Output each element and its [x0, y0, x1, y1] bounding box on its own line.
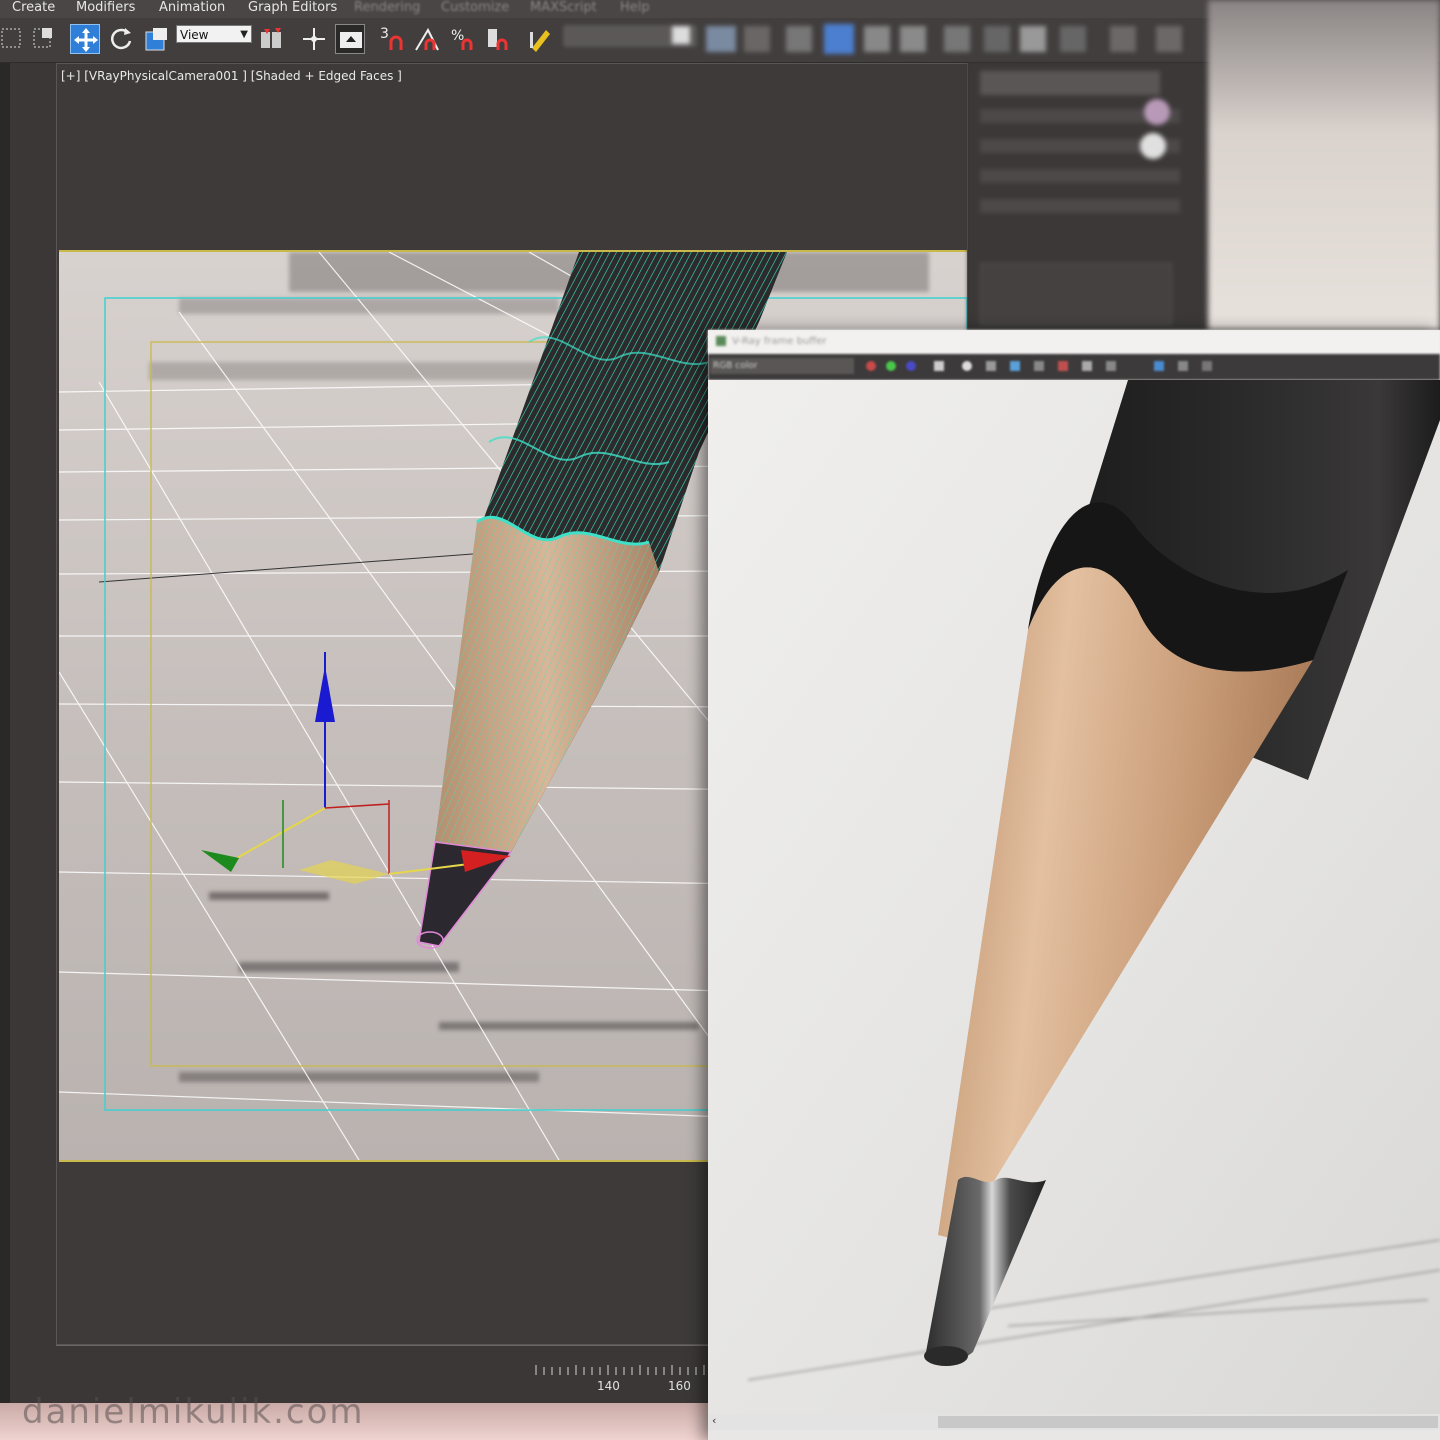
alpha-channel-icon[interactable] [934, 361, 944, 371]
edit-named-selection-icon[interactable] [526, 24, 556, 54]
menu-modifiers[interactable]: Modifiers [76, 0, 135, 18]
vfb-toolbar: RGB color [708, 354, 1440, 380]
angle-snap-icon[interactable] [412, 24, 442, 54]
watermark-text: danielmikulik.com [22, 1392, 365, 1432]
menu-maxscript[interactable]: MAXScript [530, 0, 597, 18]
viewport-layout-tab-panel [10, 63, 56, 1403]
vfb-horizontal-scrollbar[interactable]: ‹ [708, 1414, 1440, 1430]
menu-customize[interactable]: Customize [441, 0, 509, 18]
vfb-title-text: V-Ray frame buffer [732, 336, 827, 347]
vfb-channel-dropdown[interactable]: RGB color [710, 358, 854, 374]
clear-image-icon[interactable] [986, 361, 996, 371]
scroll-thumb[interactable] [938, 1416, 1438, 1428]
menu-animation[interactable]: Animation [159, 0, 225, 18]
timeline-ticks [535, 1365, 705, 1375]
vfb-title-bar[interactable]: V-Ray frame buffer [708, 330, 1440, 354]
save-image-icon[interactable] [962, 361, 972, 371]
select-region-icon[interactable] [0, 24, 30, 54]
select-scale-icon[interactable] [142, 24, 172, 54]
vfb-app-icon [716, 336, 726, 346]
percent-snap-icon[interactable]: % [449, 24, 479, 54]
command-panel [968, 63, 1208, 333]
color-correction-icon[interactable] [1178, 361, 1188, 371]
history-icon[interactable] [1106, 361, 1116, 371]
reference-coordinate-value: View [180, 28, 209, 42]
timeline-tick-label: 140 [597, 1379, 620, 1393]
green-channel-icon[interactable] [886, 361, 896, 371]
red-channel-icon[interactable] [866, 361, 876, 371]
pixel-info-icon[interactable] [1202, 361, 1212, 371]
select-rotate-icon[interactable] [106, 24, 136, 54]
timeline-tick-label: 160 [668, 1379, 691, 1393]
viewport-label-menu[interactable]: [+] [VRayPhysicalCamera001 ] [Shaded + E… [61, 69, 402, 83]
vfb-channel-value: RGB color [713, 361, 758, 371]
vray-frame-buffer-window[interactable]: V-Ray frame buffer RGB color ‹ [708, 330, 1440, 1440]
render-icon[interactable] [1058, 361, 1068, 371]
pivot-point-icon[interactable] [257, 24, 287, 54]
snaps-toggle-icon[interactable]: 3 [377, 24, 407, 54]
track-mouse-icon[interactable] [1010, 361, 1020, 371]
pencil-render [708, 380, 1440, 1414]
spinner-snap-icon[interactable] [484, 24, 514, 54]
menu-create[interactable]: Create [12, 0, 55, 18]
lens-effects-icon[interactable] [1154, 361, 1164, 371]
manipulate-icon[interactable] [299, 24, 329, 54]
rendered-image [708, 380, 1440, 1414]
keyboard-shortcut-override-icon[interactable] [335, 24, 365, 54]
region-render-icon[interactable] [1034, 361, 1044, 371]
desktop-background [1208, 0, 1440, 330]
blue-channel-icon[interactable] [906, 361, 916, 371]
scroll-left-icon[interactable]: ‹ [712, 1414, 716, 1427]
menu-graph-editors[interactable]: Graph Editors [248, 0, 337, 18]
svg-text:3: 3 [380, 26, 389, 42]
menu-rendering[interactable]: Rendering [354, 0, 420, 18]
chevron-down-icon: ▼ [240, 29, 248, 40]
reference-coordinate-dropdown[interactable]: View ▼ [176, 25, 252, 43]
select-move-icon[interactable] [70, 24, 100, 54]
window-crossing-icon[interactable] [30, 24, 60, 54]
left-edge-strip [0, 63, 10, 1403]
menu-help[interactable]: Help [620, 0, 650, 18]
compare-icon[interactable] [1082, 361, 1092, 371]
